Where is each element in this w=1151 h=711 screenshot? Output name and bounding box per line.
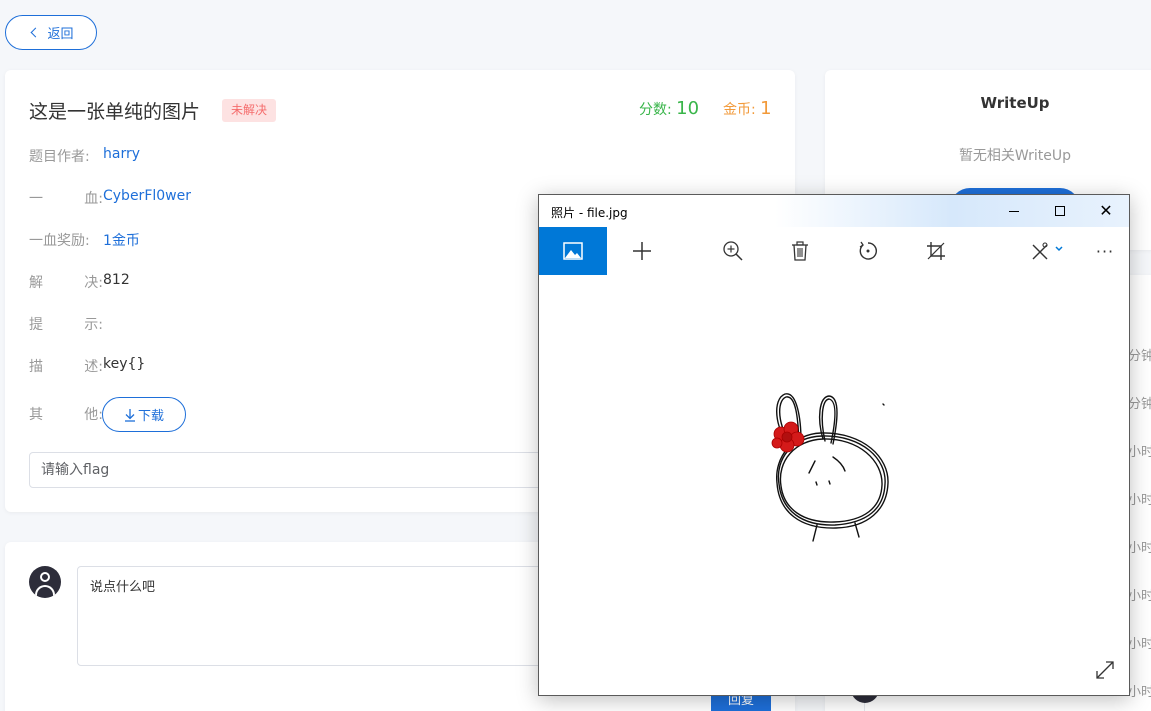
image-canvas[interactable] — [539, 275, 1129, 695]
more-icon: ··· — [1095, 241, 1115, 261]
back-label: 返回 — [47, 27, 74, 42]
field-label: 提示: — [29, 317, 103, 333]
activity-time: 小时 — [1128, 589, 1151, 604]
see-all-photos-button[interactable] — [539, 227, 607, 275]
edit-draw-icon — [1032, 242, 1063, 260]
flag-input[interactable]: 请输入flag — [29, 452, 549, 488]
score-value: 10 — [676, 98, 700, 119]
add-button[interactable] — [618, 227, 666, 275]
download-icon — [124, 408, 135, 422]
challenge-title: 这是一张单纯的图片 — [29, 101, 201, 123]
solves-value: 812 — [103, 272, 130, 288]
field-first-blood-reward: 一血奖励: 1金币 — [29, 230, 140, 250]
zoom-button[interactable] — [709, 227, 757, 275]
score-display: 分数: 10 — [639, 98, 699, 119]
rotate-icon — [859, 241, 877, 260]
window-title: 照片 - file.jpg — [551, 206, 628, 220]
back-button[interactable]: 返回 — [5, 15, 97, 50]
field-label: 描述: — [29, 359, 103, 375]
delete-button[interactable] — [776, 227, 824, 275]
description-value: key{} — [103, 356, 146, 372]
photos-window: 照片 - file.jpg ✕ ··· — [538, 194, 1130, 696]
field-author: 题目作者: harry — [29, 146, 140, 166]
download-label: 下载 — [137, 409, 164, 424]
field-description: 描述: key{} — [29, 356, 145, 376]
maximize-button[interactable] — [1037, 195, 1083, 227]
activity-time: 小时 — [1128, 445, 1151, 460]
coin-display: 金币: 1 — [723, 98, 772, 119]
edit-draw-button[interactable] — [1023, 227, 1073, 275]
minimize-icon — [1009, 210, 1019, 212]
writeup-empty-text: 暂无相关WriteUp — [958, 148, 1072, 164]
author-link[interactable]: harry — [103, 146, 140, 166]
writeup-title: WriteUp — [980, 94, 1050, 112]
maximize-icon — [1055, 206, 1065, 216]
activity-time: 小时 — [1128, 541, 1151, 556]
field-label: 一血奖励: — [29, 233, 90, 249]
delete-icon — [792, 241, 808, 261]
field-hint: 提示: — [29, 314, 103, 334]
activity-time: 小时 — [1128, 637, 1151, 652]
first-blood-reward-value: 1金币 — [103, 233, 140, 249]
field-other: 其他: — [29, 404, 103, 424]
status-badge: 未解决 — [222, 99, 277, 122]
expand-icon[interactable] — [1095, 660, 1115, 680]
window-titlebar[interactable]: 照片 - file.jpg ✕ — [539, 195, 1129, 227]
coin-value: 1 — [760, 98, 772, 119]
crop-icon — [927, 242, 945, 260]
minimize-button[interactable] — [991, 195, 1037, 227]
more-button[interactable]: ··· — [1081, 227, 1129, 275]
field-solves: 解决: 812 — [29, 272, 130, 292]
first-blood-link[interactable]: CyberFl0wer — [103, 188, 191, 208]
field-label: 其他: — [29, 407, 103, 423]
avatar — [29, 566, 61, 598]
score-label: 分数: — [639, 102, 672, 118]
bunny-drawing-image — [771, 393, 889, 542]
activity-time: 分钟 — [1128, 349, 1151, 364]
comment-textarea[interactable]: 说点什么吧 — [77, 566, 547, 666]
download-button[interactable]: 下载 — [102, 397, 186, 432]
crop-button[interactable] — [912, 227, 960, 275]
close-icon: ✕ — [1099, 201, 1113, 220]
image-icon — [563, 242, 583, 260]
activity-time: 小时 — [1128, 685, 1151, 700]
photos-toolbar: ··· — [539, 227, 1129, 275]
add-icon — [633, 242, 651, 260]
field-label: 题目作者: — [29, 149, 90, 165]
activity-time: 小时 — [1128, 493, 1151, 508]
activity-time: 分钟 — [1128, 397, 1151, 412]
field-label: 一血: — [29, 191, 103, 207]
rotate-button[interactable] — [844, 227, 892, 275]
chevron-left-icon — [31, 27, 41, 38]
zoom-in-icon — [723, 241, 743, 261]
field-label: 解决: — [29, 275, 103, 291]
coin-label: 金币: — [723, 102, 756, 118]
field-first-blood: 一血: CyberFl0wer — [29, 188, 191, 208]
close-button[interactable]: ✕ — [1083, 195, 1129, 227]
